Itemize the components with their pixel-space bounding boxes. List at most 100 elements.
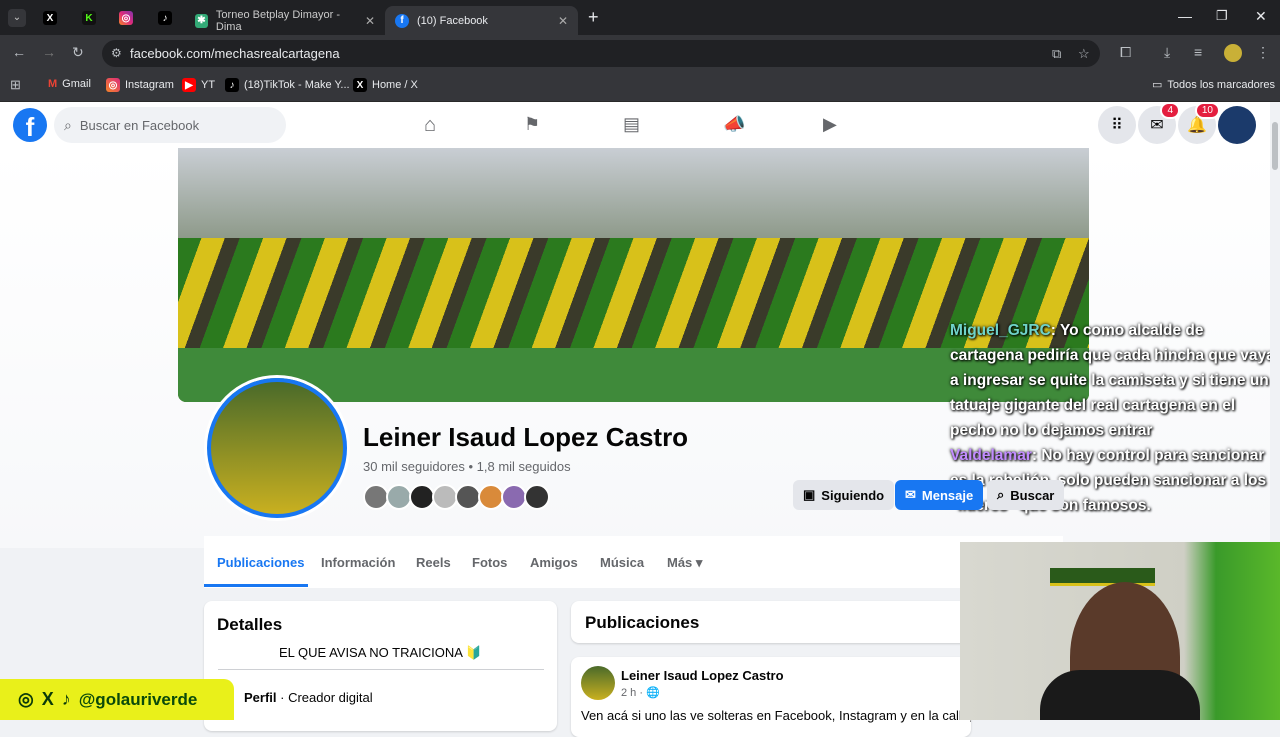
media-icon[interactable]: ≡ [1194, 44, 1202, 60]
new-tab-icon[interactable]: + [588, 7, 599, 28]
tab-search-button[interactable]: ⌄ [8, 9, 26, 27]
account-avatar[interactable] [1218, 106, 1256, 144]
bookmark-label: Home / X [372, 79, 418, 91]
bookmark-gmail[interactable]: M Gmail [48, 78, 91, 90]
site-info-icon[interactable]: ⚙ [111, 40, 122, 67]
profile-stats[interactable]: 30 mil seguidores • 1,8 mil seguidos [363, 459, 571, 474]
message-label: Mensaje [921, 487, 974, 503]
all-bookmarks[interactable]: ▭ Todos los marcadores [1152, 78, 1276, 92]
forward-icon[interactable]: → [42, 44, 56, 60]
profile-type: Perfil · Creador digital [244, 690, 373, 705]
close-tab-icon[interactable]: ✕ [365, 14, 375, 28]
tab-musica[interactable]: Música [600, 555, 644, 570]
tiktok-icon: ♪ [225, 78, 239, 92]
bookmark-label: YT [201, 79, 216, 91]
facebook-header: f ⌕ Buscar en Facebook ⌂ ⚑ ▤ 📣 ▶ ⠿ ✉ 4 🔔 1… [0, 102, 1280, 148]
tab-facebook[interactable]: f (10) Facebook ✕ [385, 6, 578, 35]
tab-label: (10) Facebook [417, 14, 488, 27]
minimize-icon[interactable]: — [1178, 8, 1192, 24]
tab-fotos[interactable]: Fotos [472, 555, 507, 570]
tab-amigos[interactable]: Amigos [530, 555, 578, 570]
bookmark-label: Instagram [125, 79, 174, 91]
tab-label: Torneo Betplay Dimayor - Dima [215, 8, 341, 33]
tab-more[interactable]: Más ▾ [667, 555, 702, 571]
profile-name: Leiner Isaud Lopez Castro [363, 422, 689, 452]
message-button[interactable]: ✉ Mensaje [895, 480, 984, 510]
close-tab-icon[interactable]: ✕ [558, 14, 568, 28]
x-icon: X [41, 689, 54, 709]
video-icon[interactable]: ▶ [823, 114, 837, 135]
instagram-tab[interactable]: ◎ [119, 11, 133, 25]
follower-avatars[interactable] [363, 484, 550, 510]
x-icon: X [353, 78, 367, 92]
details-card: Detalles EL QUE AVISA NO TRAICIONA 🔰 Per… [204, 601, 557, 731]
bookmark-label: (18)TikTok - Make Y... [244, 79, 350, 91]
streamer-shirt [1040, 670, 1200, 720]
folder-icon: ▭ [1152, 79, 1163, 91]
messenger-button[interactable]: ✉ 4 [1138, 102, 1180, 144]
scrollbar-thumb[interactable] [1272, 122, 1278, 170]
star-icon[interactable]: ☆ [1078, 40, 1090, 67]
bookmark-instagram[interactable]: ◎ Instagram [106, 78, 174, 92]
tiktok-tab[interactable]: ♪ [158, 11, 172, 25]
gmail-icon: M [48, 78, 58, 90]
social-handle-overlay: ◎ X ♪ @golauriverde [0, 679, 234, 720]
reload-icon[interactable]: ↻ [72, 44, 84, 61]
scrollbar[interactable] [1270, 102, 1280, 542]
post-time[interactable]: 2 h · 🌐 [621, 686, 660, 699]
posts-title: Publicaciones [585, 613, 700, 632]
close-window-icon[interactable]: ✕ [1255, 8, 1267, 25]
bookmark-x[interactable]: X Home / X [353, 78, 418, 92]
menu-icon[interactable]: ⋮ [1256, 44, 1270, 61]
menu-grid-button[interactable]: ⠿ [1098, 106, 1136, 144]
post-author[interactable]: Leiner Isaud Lopez Castro [621, 668, 784, 683]
details-bio: EL QUE AVISA NO TRAICIONA 🔰 [278, 645, 483, 660]
divider [218, 669, 544, 670]
download-icon[interactable]: ⤓ [1164, 44, 1170, 61]
profile-picture[interactable] [207, 378, 347, 518]
post-author-avatar[interactable] [581, 666, 615, 700]
flag-icon[interactable]: ⚑ [524, 114, 540, 135]
tab-reels[interactable]: Reels [416, 555, 451, 570]
search-label: Buscar [1010, 487, 1055, 503]
search-placeholder: Buscar en Facebook [79, 117, 200, 133]
bookmark-label: Todos los marcadores [1167, 78, 1276, 91]
bookmark-yt[interactable]: ▶ YT [182, 78, 215, 92]
profile-avatar[interactable] [1224, 44, 1242, 62]
bookmark-label: Gmail [62, 78, 91, 90]
home-icon[interactable]: ⌂ [424, 114, 436, 137]
following-label: Siguiendo [821, 487, 885, 503]
apps-icon[interactable]: ⊞ [10, 77, 21, 93]
tab-informacion[interactable]: Información [321, 555, 395, 570]
messenger-icon: ✉ [1150, 117, 1164, 134]
notifications-button[interactable]: 🔔 10 [1178, 102, 1220, 144]
back-icon[interactable]: ← [12, 44, 26, 60]
following-icon: ▣ [803, 487, 816, 502]
browser-toolbar: ← → ↻ ⚙ facebook.com/mechasrealcartagena… [0, 35, 1280, 72]
tab-publicaciones[interactable]: Publicaciones [217, 555, 304, 570]
avatar[interactable] [524, 484, 550, 510]
tab-dimayor[interactable]: ✱ Torneo Betplay Dimayor - Dima ✕ [185, 6, 385, 35]
details-title: Detalles [217, 615, 283, 634]
facebook-logo[interactable]: f [13, 108, 47, 142]
post-time-text: 2 h · [621, 687, 644, 699]
marketplace-icon[interactable]: ▤ [623, 114, 640, 135]
search-input[interactable]: ⌕ Buscar en Facebook [54, 107, 286, 143]
following-button[interactable]: ▣ Siguiendo [793, 480, 895, 510]
x-tab[interactable]: X [43, 11, 57, 25]
chat-user: Valdelamar [950, 447, 1032, 464]
dimayor-favicon-icon: ✱ [195, 13, 208, 28]
install-icon[interactable]: ⧉ [1052, 40, 1061, 67]
search-profile-button[interactable]: ⌕ Buscar [987, 480, 1065, 510]
instagram-icon: ◎ [18, 689, 34, 709]
extensions-icon[interactable]: ⧠ [1120, 44, 1131, 61]
restore-icon[interactable]: ❐ [1216, 8, 1228, 24]
active-tab-indicator [204, 584, 308, 587]
youtube-icon: ▶ [182, 78, 196, 92]
scarf-banner [1050, 568, 1155, 586]
bookmark-tiktok[interactable]: ♪ (18)TikTok - Make Y... [225, 78, 350, 92]
search-icon: ⌕ [64, 116, 72, 133]
address-bar[interactable]: ⚙ facebook.com/mechasrealcartagena ⧉ ☆ [102, 40, 1100, 67]
kick-tab[interactable]: K [82, 11, 96, 25]
megaphone-icon[interactable]: 📣 [723, 114, 745, 135]
